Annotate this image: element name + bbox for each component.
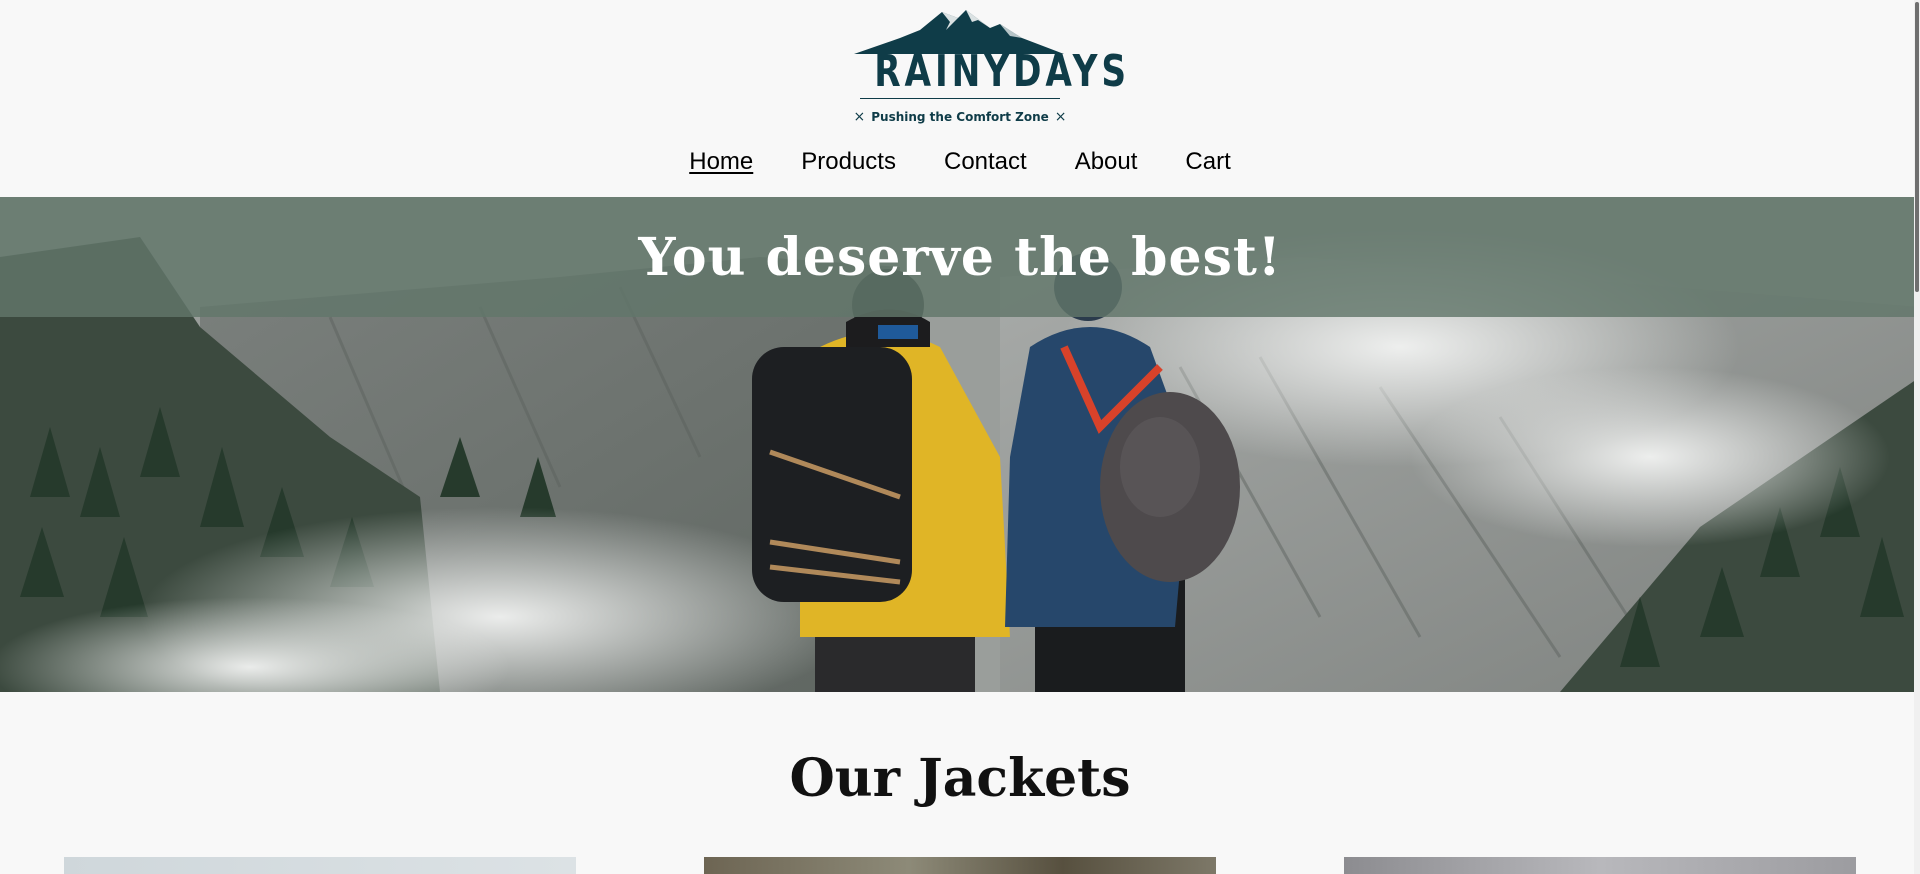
- brand-divider: [860, 98, 1060, 99]
- hero-banner: You deserve the best!: [0, 197, 1920, 317]
- jacket-card-image[interactable]: [64, 857, 576, 874]
- nav-about-link[interactable]: About: [1075, 148, 1138, 176]
- cross-icon: ×: [853, 109, 866, 125]
- jacket-card-image[interactable]: [704, 857, 1216, 874]
- nav-cart-link[interactable]: Cart: [1185, 148, 1230, 176]
- site-header: RAINYDAYS × Pushing the Comfort Zone × H…: [0, 0, 1920, 197]
- jackets-section-title: Our Jackets: [789, 748, 1131, 809]
- hero-title: You deserve the best!: [638, 226, 1282, 288]
- brand-tagline-row: × Pushing the Comfort Zone ×: [850, 109, 1070, 125]
- nav-products-link[interactable]: Products: [801, 148, 896, 176]
- cross-icon: ×: [1054, 109, 1067, 125]
- nav-contact-link[interactable]: Contact: [944, 148, 1027, 176]
- hero-section: You deserve the best!: [0, 197, 1920, 692]
- brand-logo[interactable]: RAINYDAYS × Pushing the Comfort Zone ×: [850, 8, 1130, 126]
- brand-tagline: Pushing the Comfort Zone: [871, 110, 1049, 124]
- jacket-card-image[interactable]: [1344, 857, 1856, 874]
- main-nav: Home Products Contact About Cart: [0, 148, 1920, 176]
- page-scrollbar[interactable]: [1914, 0, 1920, 874]
- nav-home-link[interactable]: Home: [689, 148, 753, 176]
- scrollbar-thumb[interactable]: [1915, 2, 1919, 292]
- brand-name: RAINYDAYS: [874, 46, 1130, 97]
